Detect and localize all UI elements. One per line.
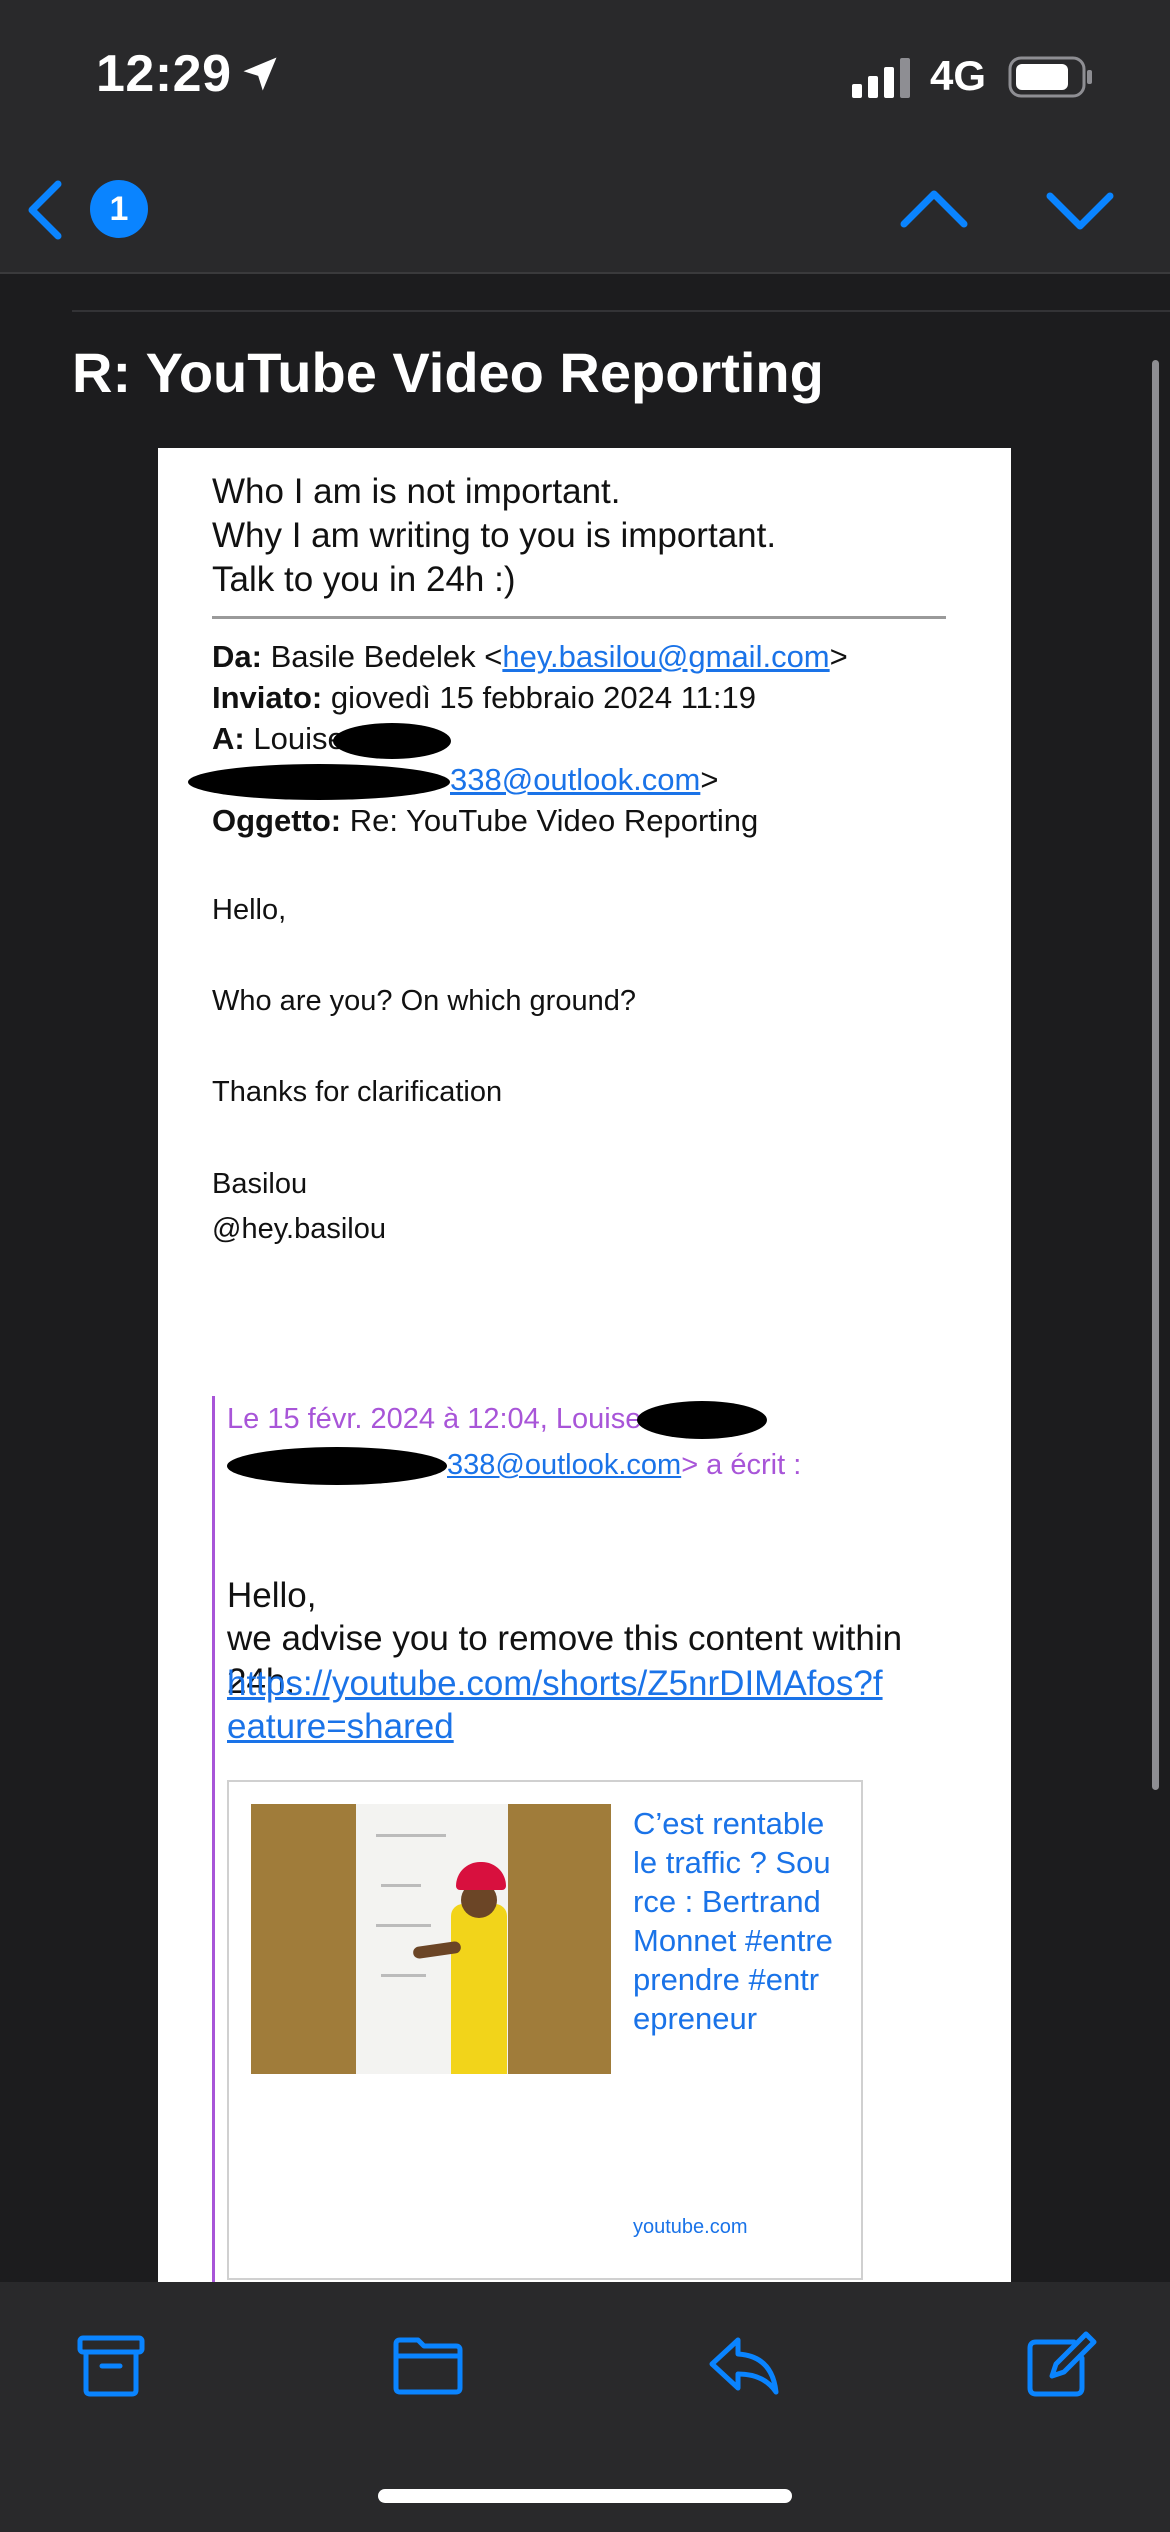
to-email-link[interactable]: 338@outlook.com [450, 762, 700, 797]
up-chevron-icon[interactable] [898, 178, 970, 242]
quote-email-link[interactable]: 338@outlook.com [447, 1449, 681, 1481]
home-indicator[interactable] [378, 2489, 792, 2503]
quote-attribution: Le 15 févr. 2024 à 12:04, Louise [227, 1403, 642, 1435]
board-writing [376, 1834, 446, 1837]
body-line: @hey.basilou [212, 1213, 386, 1245]
preview-source: youtube.com [633, 2216, 748, 2238]
to-value: Louise [253, 721, 345, 756]
link-preview-card[interactable]: C’est rentable le traffic ? Source : Ber… [227, 1780, 863, 2280]
preview-title[interactable]: C’est rentable le traffic ? Source : Ber… [633, 1804, 833, 2038]
redaction-scribble [637, 1401, 768, 1440]
board-writing [381, 1884, 421, 1887]
sent-value: giovedì 15 febbraio 2024 11:19 [330, 680, 757, 715]
battery-icon [1008, 56, 1092, 98]
video-thumbnail[interactable] [251, 1804, 611, 2074]
folder-icon[interactable] [390, 2330, 466, 2402]
to-label: A: [212, 721, 245, 756]
unread-badge[interactable]: 1 [90, 180, 148, 238]
signature-line: Talk to you in 24h :) [212, 560, 516, 599]
reply-icon[interactable] [706, 2330, 782, 2402]
signature-line: Why I am writing to you is important. [212, 516, 777, 555]
sent-row: Inviato: giovedì 15 febbraio 2024 11:19 [212, 677, 848, 718]
location-arrow-icon [243, 57, 277, 91]
forwarded-header: Da: Basile Bedelek <hey.basilou@gmail.co… [188, 636, 848, 841]
from-label: Da: [212, 639, 262, 674]
divider [72, 310, 1170, 312]
quote-header: Le 15 févr. 2024 à 12:04, Louise 338@out… [227, 1396, 801, 1488]
quote-suffix: > a écrit : [681, 1449, 802, 1481]
signature-block: Who I am is not important. Why I am writ… [212, 470, 776, 602]
sent-label: Inviato: [212, 680, 323, 715]
navigation-bar: 1 [0, 150, 1170, 274]
from-email-link[interactable]: hey.basilou@gmail.com [502, 639, 829, 674]
email-subject: R: YouTube Video Reporting [72, 341, 824, 404]
archive-icon[interactable] [74, 2330, 150, 2402]
youtube-link[interactable]: https://youtube.com/shorts/Z5nrDIMAfos?f… [227, 1662, 887, 1748]
redaction-scribble [227, 1447, 447, 1486]
down-chevron-icon[interactable] [1044, 178, 1116, 242]
subject-value: Re: YouTube Video Reporting [349, 803, 759, 838]
subject-row: Oggetto: Re: YouTube Video Reporting [212, 800, 848, 841]
quote-header-line: Le 15 févr. 2024 à 12:04, Louise [227, 1396, 801, 1442]
status-bar: 12:29 4G [0, 0, 1170, 150]
board-writing [376, 1924, 431, 1927]
message-body: Who I am is not important. Why I am writ… [158, 448, 1011, 2283]
clock: 12:29 [96, 45, 232, 103]
body-line: Thanks for clarification [212, 1076, 503, 1108]
body-line: Basilou [212, 1168, 308, 1200]
scrollbar[interactable] [1152, 360, 1159, 1790]
from-close: > [829, 639, 848, 674]
from-row: Da: Basile Bedelek <hey.basilou@gmail.co… [212, 636, 848, 677]
body-line: Hello, [212, 894, 287, 926]
quote-greeting: Hello, [227, 1576, 317, 1615]
to-email-row: 338@outlook.com> [188, 759, 848, 800]
redaction-scribble [333, 722, 452, 759]
subject-label: Oggetto: [212, 803, 342, 838]
board-writing [381, 1974, 426, 1977]
redaction-scribble [188, 763, 450, 800]
quoted-message: Le 15 févr. 2024 à 12:04, Louise 338@out… [212, 1396, 902, 2283]
compose-icon[interactable] [1022, 2330, 1098, 2402]
signal-icon [852, 58, 910, 98]
body-line: Who are you? On which ground? [212, 985, 636, 1017]
person [451, 1904, 507, 2074]
quote-email-line: 338@outlook.com> a écrit : [227, 1442, 801, 1488]
from-name: Basile Bedelek < [270, 639, 503, 674]
signature-line: Who I am is not important. [212, 472, 621, 511]
to-close: > [700, 762, 719, 797]
back-chevron-icon[interactable] [20, 174, 72, 246]
separator-rule [212, 616, 946, 619]
network-type: 4G [930, 52, 987, 99]
to-row: A: Louise [212, 718, 848, 759]
